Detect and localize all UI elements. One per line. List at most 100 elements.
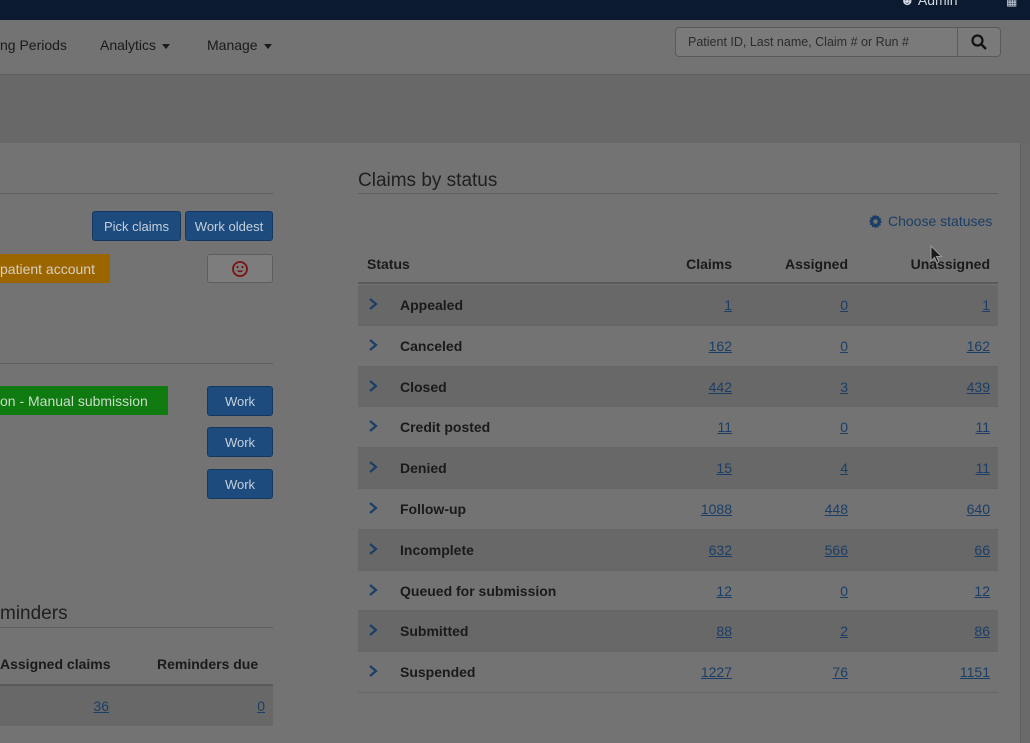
nav-item-manage[interactable]: Manage <box>207 37 272 53</box>
claims-by-status-title: Claims by status <box>358 170 498 191</box>
claims-count-link[interactable]: 632 <box>709 542 732 558</box>
unassigned-count-link[interactable]: 162 <box>967 338 990 354</box>
status-name: Submitted <box>400 623 469 640</box>
nav-item-billing-periods[interactable]: ng Periods <box>0 37 67 53</box>
claims-count-link[interactable]: 88 <box>716 623 732 639</box>
work-oldest-button[interactable]: Work oldest <box>185 211 273 241</box>
claims-count-link[interactable]: 1227 <box>701 664 732 680</box>
main-navbar: ng Periods Analytics Manage <box>0 20 1030 75</box>
chevron-down-icon <box>162 43 171 49</box>
reminders-due-link[interactable]: 0 <box>257 698 265 714</box>
unassigned-count-link[interactable]: 66 <box>974 542 990 558</box>
assigned-count-link[interactable]: 566 <box>825 542 848 558</box>
assigned-count-link[interactable]: 0 <box>840 338 848 354</box>
chevron-right-icon[interactable] <box>366 460 380 474</box>
reminders-heading: minders <box>0 603 68 624</box>
status-name: Appealed <box>400 297 464 313</box>
unassigned-count-link[interactable]: 1 <box>982 297 990 313</box>
patient-account-label: patient account <box>0 254 110 283</box>
table-row: Canceled 162 0 162 <box>358 326 998 367</box>
table-row: Queued for submission 12 0 12 <box>358 571 998 612</box>
claims-table-header: Status Claims Assigned Unassigned <box>358 246 998 284</box>
assigned-column-header: Assigned <box>784 256 848 272</box>
table-row: 36 0 <box>0 686 273 726</box>
assigned-count-link[interactable]: 2 <box>840 623 848 639</box>
work-button-3[interactable]: Work <box>207 469 273 499</box>
choose-statuses-label: Choose statuses <box>888 213 993 229</box>
status-name: Incomplete <box>400 541 474 558</box>
divider <box>0 363 273 364</box>
assigned-claims-header: Assigned claims <box>0 656 111 672</box>
claims-count-link[interactable]: 1 <box>724 297 732 313</box>
claims-table-body: Appealed 1 0 1 Canceled 162 0 162 Closed 442 3 439 C… <box>358 285 998 693</box>
assigned-count-link[interactable]: 0 <box>840 297 848 313</box>
table-row: Appealed 1 0 1 <box>358 285 998 326</box>
unassigned-count-link[interactable]: 640 <box>967 501 990 517</box>
assigned-count-link[interactable]: 4 <box>840 460 848 476</box>
chevron-right-icon[interactable] <box>366 583 380 597</box>
chevron-right-icon[interactable] <box>366 501 380 515</box>
unassigned-column-header: Unassigned <box>910 256 990 272</box>
claims-count-link[interactable]: 11 <box>717 419 732 435</box>
divider <box>358 193 998 194</box>
claims-column-header: Claims <box>686 256 732 272</box>
status-name: Queued for submission <box>400 582 557 599</box>
chevron-right-icon[interactable] <box>366 338 380 352</box>
smiley-icon <box>232 260 248 277</box>
claims-count-link[interactable]: 12 <box>716 583 732 599</box>
table-row: Credit posted 11 0 11 <box>358 407 998 449</box>
unassigned-count-link[interactable]: 86 <box>974 623 990 639</box>
search-button[interactable] <box>957 27 1001 57</box>
assigned-count-link[interactable]: 3 <box>840 379 848 395</box>
nav-item-manage-label: Manage <box>207 37 258 53</box>
chevron-down-icon <box>263 43 272 49</box>
top-bar: ☻ Admin ▦ <box>0 0 1030 20</box>
pick-claims-button[interactable]: Pick claims <box>92 211 181 241</box>
search-input[interactable] <box>675 27 958 57</box>
assigned-count-link[interactable]: 76 <box>832 664 848 680</box>
user-menu[interactable]: ☻ Admin <box>900 0 958 8</box>
status-column-header: Status <box>367 256 410 272</box>
assigned-claims-link[interactable]: 36 <box>93 698 109 714</box>
unassigned-count-link[interactable]: 439 <box>967 379 990 395</box>
status-name: Suspended <box>400 664 476 681</box>
mouse-cursor-icon <box>930 245 943 264</box>
status-name: Credit posted <box>400 419 491 436</box>
divider <box>0 193 273 194</box>
chevron-right-icon[interactable] <box>366 623 380 637</box>
chevron-right-icon[interactable] <box>366 297 380 311</box>
unassigned-count-link[interactable]: 11 <box>975 419 990 435</box>
page-banner <box>0 75 1030 143</box>
claims-count-link[interactable]: 442 <box>709 379 732 395</box>
assigned-count-link[interactable]: 0 <box>840 583 848 599</box>
search-icon <box>971 34 987 50</box>
assigned-count-link[interactable]: 0 <box>840 419 848 435</box>
table-row: Submitted 88 2 86 <box>358 611 998 653</box>
table-row: Denied 15 4 11 <box>358 448 998 489</box>
status-name: Follow-up <box>400 500 467 517</box>
status-name: Denied <box>400 460 447 477</box>
chevron-right-icon[interactable] <box>366 379 380 393</box>
table-row: Closed 442 3 439 <box>358 366 998 408</box>
work-button-1[interactable]: Work <box>207 386 273 416</box>
reminders-due-header: Reminders due <box>157 656 259 672</box>
chevron-right-icon[interactable] <box>366 664 380 678</box>
nav-item-analytics[interactable]: Analytics <box>100 37 171 53</box>
table-row: Incomplete 632 566 66 <box>358 529 998 571</box>
table-row: Suspended 1227 76 1151 <box>358 652 998 693</box>
chevron-right-icon[interactable] <box>366 542 380 556</box>
user-icon: ☻ <box>900 0 915 8</box>
assigned-count-link[interactable]: 448 <box>825 501 848 517</box>
claims-count-link[interactable]: 15 <box>716 460 732 476</box>
smiley-button[interactable] <box>207 254 273 283</box>
claims-count-link[interactable]: 162 <box>709 338 732 354</box>
unassigned-count-link[interactable]: 1151 <box>960 664 990 680</box>
work-button-2[interactable]: Work <box>207 427 273 457</box>
claims-count-link[interactable]: 1088 <box>701 501 732 517</box>
unassigned-count-link[interactable]: 12 <box>974 583 990 599</box>
chevron-right-icon[interactable] <box>366 419 380 433</box>
unassigned-count-link[interactable]: 11 <box>975 460 990 476</box>
divider <box>0 627 273 628</box>
apps-grid-icon[interactable]: ▦ <box>1006 0 1024 8</box>
choose-statuses-link[interactable]: Choose statuses <box>868 213 992 229</box>
